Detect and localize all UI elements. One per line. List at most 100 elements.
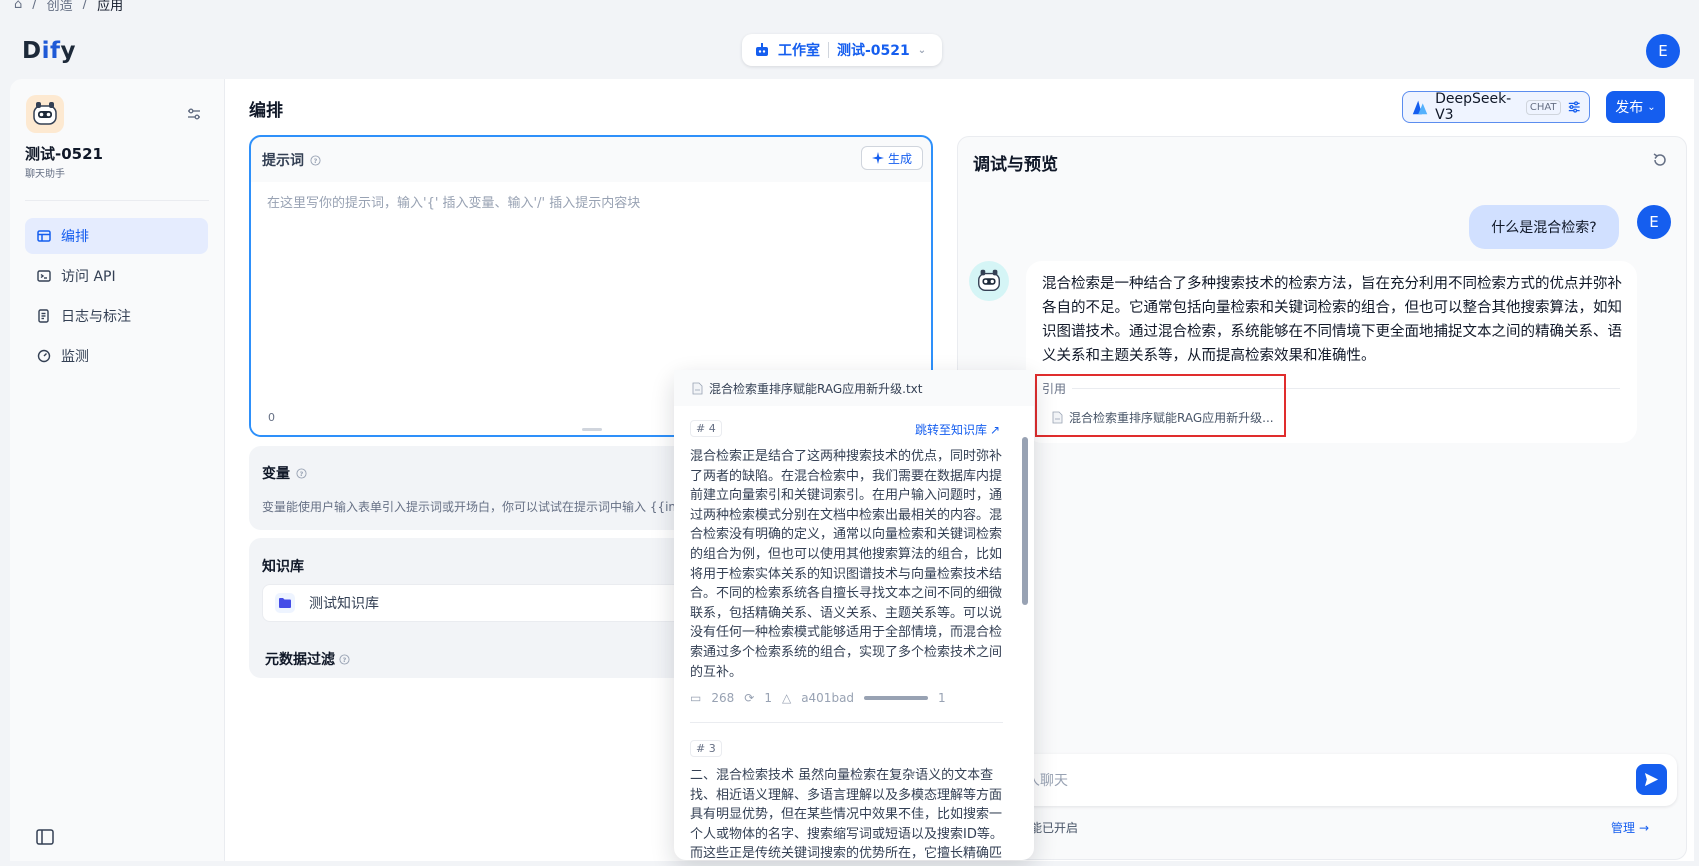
prompt-placeholder: 在这里写你的提示词，输入'{' 插入变量、输入'/' 插入提示内容块 (267, 196, 641, 211)
app-icon (26, 95, 64, 133)
citation-highlight-box (1035, 374, 1286, 437)
txt-file-icon (692, 382, 703, 394)
manage-link[interactable]: 管理 → (1611, 819, 1649, 836)
sidebar-item-monitor[interactable]: 监测 (25, 338, 208, 374)
variables-description: 变量能使用户输入表单引入提示词或开场白，你可以试试在提示词中输入 {{inp (262, 500, 682, 514)
char-count: 0 (268, 411, 275, 424)
segment-divider (690, 722, 1003, 723)
debug-title: 调试与预览 (973, 155, 1058, 175)
sidebar-item-label: 监测 (61, 349, 89, 365)
help-icon: ? (310, 154, 321, 166)
knowledge-item[interactable]: 测试知识库 (262, 584, 682, 622)
sidebar-item-orchestrate[interactable]: 编排 (25, 218, 208, 254)
robot-avatar-icon (33, 102, 57, 125)
sidebar-divider (25, 200, 209, 201)
breadcrumb: ⌂ / 创造 / 应用 (14, 0, 123, 14)
sidebar-item-label: 访问 API (61, 269, 116, 285)
chevron-down-icon: ⌄ (917, 44, 927, 56)
metadata-filter-header[interactable]: 元数据过滤 ? (265, 649, 350, 669)
dify-logo[interactable]: Dify (22, 38, 76, 64)
publish-button[interactable]: 发布 ⌄ (1606, 91, 1665, 123)
robot-avatar-icon (978, 269, 1000, 292)
app-settings-icon[interactable] (186, 106, 202, 122)
user-avatar[interactable]: E (1646, 34, 1680, 68)
refresh-icon[interactable] (1652, 152, 1668, 168)
scrollbar-thumb[interactable] (1022, 437, 1028, 605)
sidebar-item-label: 编排 (61, 229, 89, 245)
sliders-icon (1568, 101, 1580, 113)
studio-switcher[interactable]: 工作室 测试-0521 ⌄ (742, 34, 942, 66)
segment-meta: ▭ 268 ⟳ 1 △ a401bad 1 (690, 691, 946, 705)
app-name: 测试-0521 (25, 145, 103, 163)
logo-text-d: D (22, 38, 42, 64)
segment-text: 混合检索正是结合了这两种搜索技术的优点，同时弥补了两者的缺陷。在混合检索中，我们… (690, 449, 1003, 680)
publish-label: 发布 (1615, 100, 1644, 116)
logo-text-if: if (41, 38, 61, 64)
sidebar-item-label: 日志与标注 (61, 309, 131, 325)
studio-label[interactable]: 工作室 (778, 40, 820, 60)
score-value: 1 (938, 691, 946, 705)
segment-number-label: # 4 (690, 420, 722, 437)
deepseek-logo-icon (1412, 100, 1428, 115)
app-sidebar (10, 79, 225, 861)
page-title: 编排 (249, 101, 283, 121)
breadcrumb-create[interactable]: 创造 (47, 0, 73, 14)
file-list-icon (38, 309, 49, 323)
generate-button[interactable]: 生成 (861, 146, 923, 170)
sidebar-item-api[interactable]: 访问 API (25, 258, 208, 294)
logo-text-y: y (60, 38, 76, 64)
sidebar-item-logs[interactable]: 日志与标注 (25, 298, 208, 334)
hit-count-icon: ⟳ (744, 691, 755, 705)
hit-count: 1 (764, 691, 772, 705)
model-tag: CHAT (1525, 99, 1561, 115)
svg-text:?: ? (314, 156, 318, 164)
popup-header: 混合检索重排序赋能RAG应用新升级.txt (674, 370, 1034, 406)
metadata-filter-title: 元数据过滤 (265, 652, 335, 668)
user-avatar: E (1637, 205, 1671, 239)
score-bar (864, 696, 929, 700)
prompt-title: 提示词 (262, 153, 304, 169)
generate-label: 生成 (887, 151, 912, 166)
divider (828, 42, 829, 58)
sparkle-icon (871, 152, 884, 164)
send-button[interactable] (1636, 764, 1667, 795)
help-icon: ? (339, 653, 350, 665)
chevron-down-icon: ⌄ (1647, 101, 1656, 113)
breadcrumb-apps[interactable]: 应用 (97, 0, 123, 14)
knowledge-name: 测试知识库 (309, 596, 379, 612)
layout-icon (37, 230, 51, 242)
gauge-icon (37, 349, 51, 363)
feature-status: 能已开启 (1030, 821, 1079, 835)
answer-text: 混合检索是一种结合了多种搜索技术的检索方法，旨在充分利用不同检索方式的优点并弥补… (1042, 276, 1622, 364)
knowledge-title: 知识库 (262, 559, 304, 575)
send-icon (1644, 772, 1659, 787)
svg-text:?: ? (343, 655, 347, 663)
help-icon: ? (296, 467, 307, 479)
arrow-up-right-icon: ↗ (990, 422, 1001, 437)
bot-avatar (969, 261, 1009, 301)
segment-number: # 3 (690, 740, 722, 757)
manage-label: 管理 (1611, 821, 1636, 835)
model-name: DeepSeek-V3 (1435, 91, 1512, 123)
robot-icon (754, 42, 770, 58)
app-switch-label[interactable]: 测试-0521 (837, 40, 910, 60)
folder-icon (275, 593, 295, 613)
home-icon[interactable]: ⌂ (14, 0, 22, 12)
app-type: 聊天助手 (25, 169, 65, 180)
segment-number-label: # 3 (690, 740, 722, 757)
terminal-icon (37, 270, 51, 282)
hash-icon: △ (781, 691, 792, 705)
sidebar-collapse-icon[interactable] (36, 829, 54, 845)
variables-title: 变量 (262, 466, 290, 482)
arrow-right-icon: → (1639, 820, 1650, 835)
segment-number: # 4 (690, 420, 722, 437)
jump-to-knowledge-link[interactable]: 跳转至知识库 ↗ (915, 421, 1000, 438)
model-selector[interactable]: DeepSeek-V3 CHAT (1402, 91, 1590, 123)
segment-hash: a401bad (801, 691, 855, 705)
prompt-header: 提示词 ? (262, 150, 321, 170)
variables-header: 变量 ? (262, 463, 307, 483)
resize-handle[interactable] (582, 428, 602, 431)
jump-label: 跳转至知识库 (915, 423, 988, 437)
chat-input[interactable] (1000, 754, 1677, 806)
user-message: 什么是混合检索? (1469, 205, 1619, 249)
